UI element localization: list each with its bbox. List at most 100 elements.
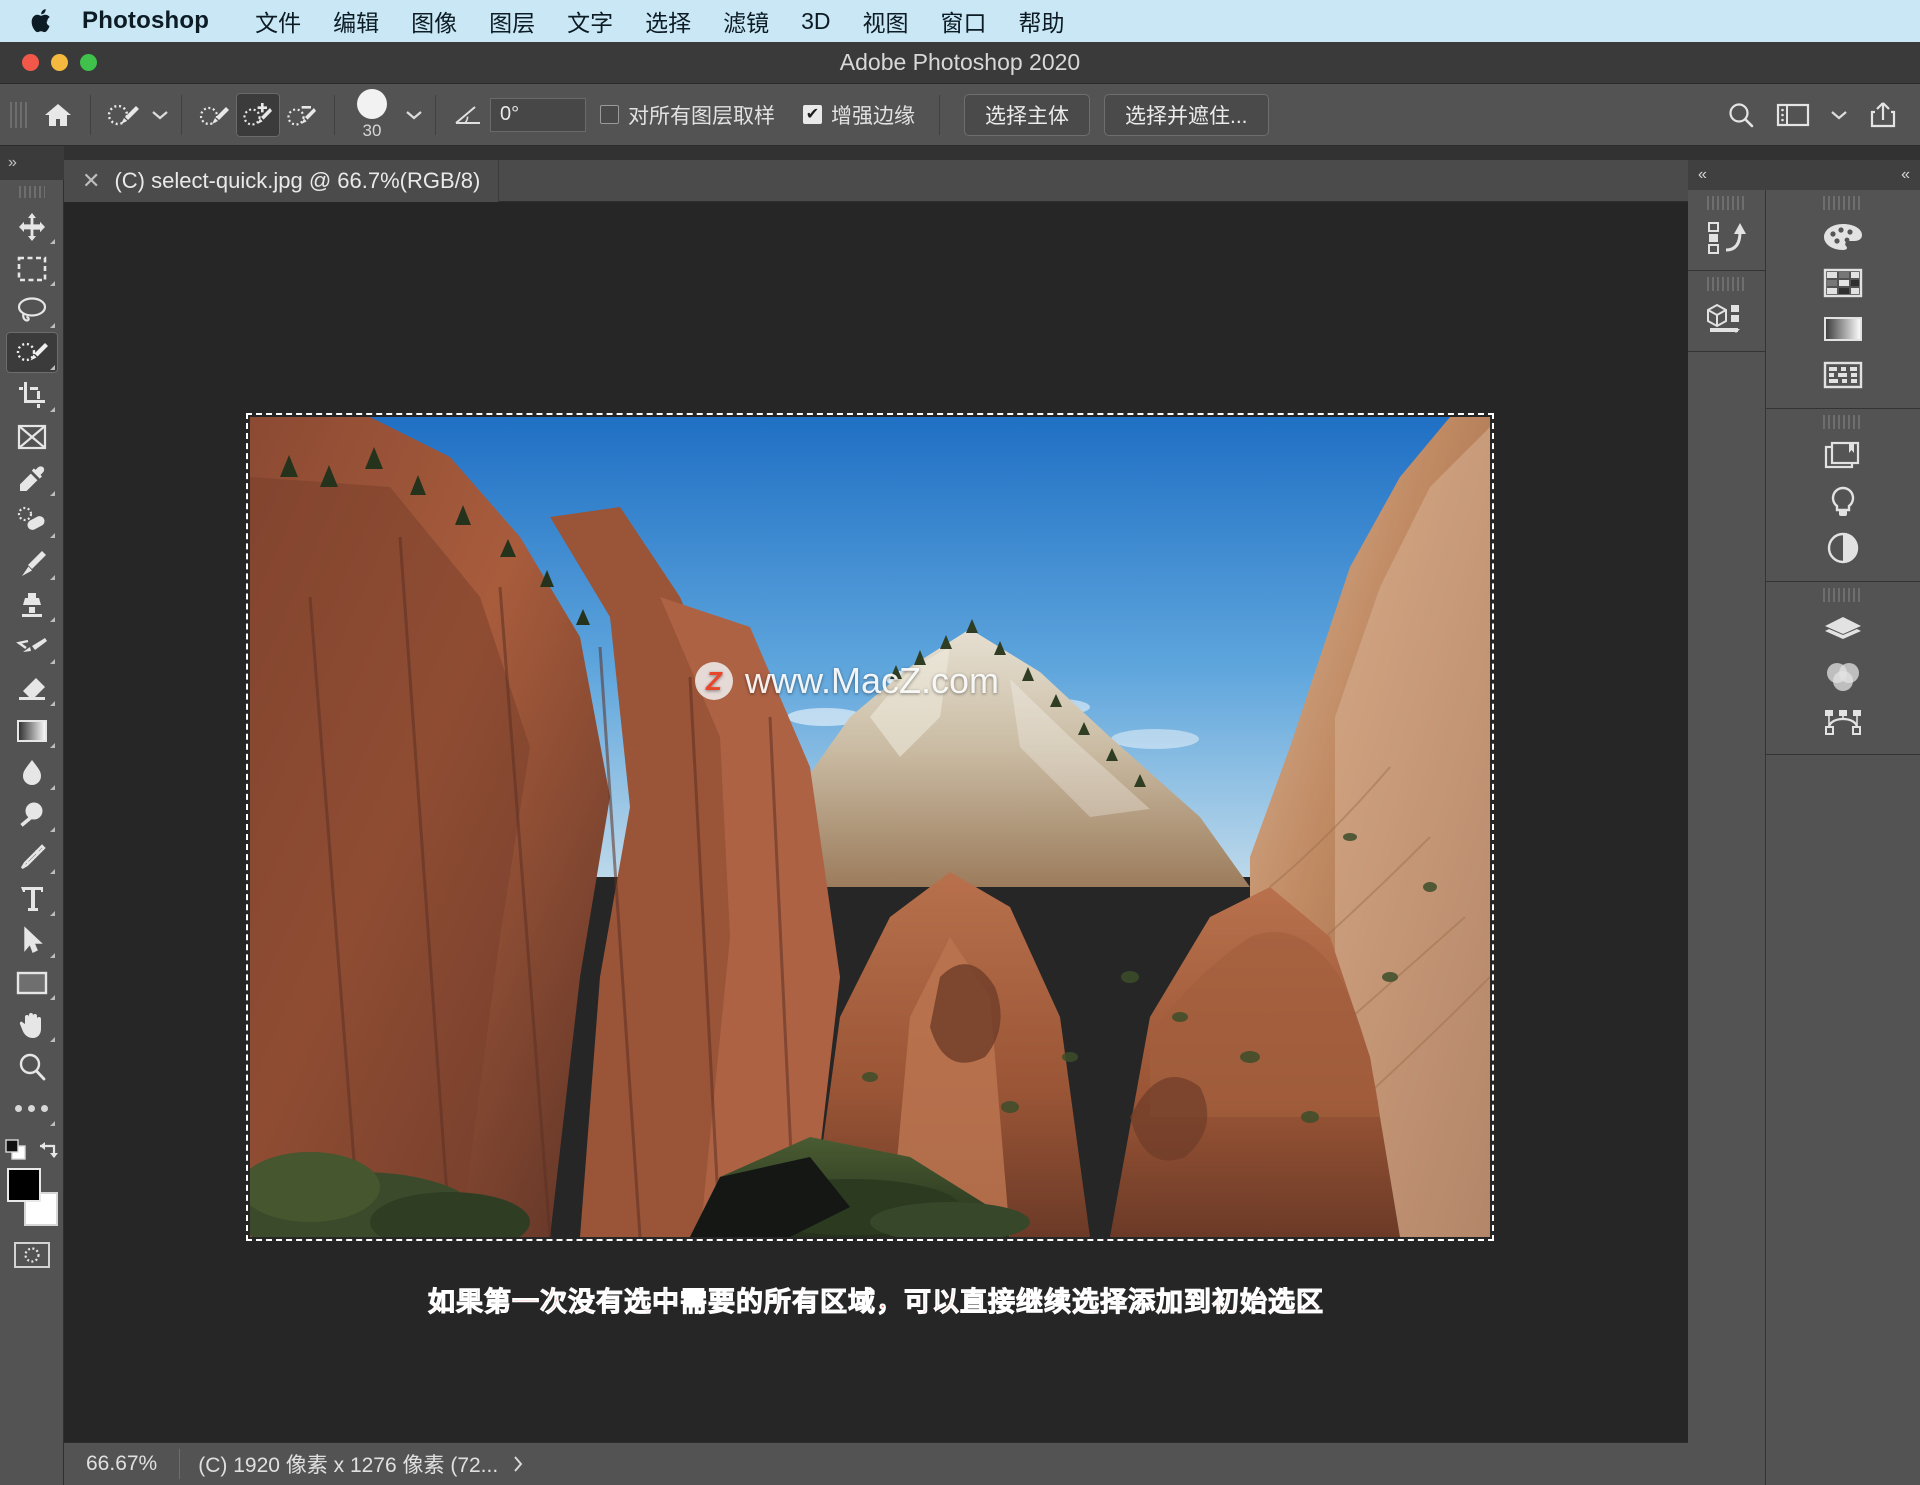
swatches-grid-icon[interactable] xyxy=(1766,260,1920,306)
menu-layer[interactable]: 图层 xyxy=(473,4,551,38)
image-document[interactable]: Z www.MacZ.com xyxy=(246,413,1494,1241)
menu-select[interactable]: 选择 xyxy=(629,4,707,38)
lasso-tool[interactable] xyxy=(6,290,58,331)
eraser-tool[interactable] xyxy=(6,668,58,709)
panel-grip[interactable] xyxy=(1823,196,1863,210)
rectangle-tool[interactable] xyxy=(6,962,58,1003)
document-tab-bar: ✕ (C) select-quick.jpg @ 66.7%(RGB/8) xyxy=(64,159,1688,202)
watermark: Z www.MacZ.com xyxy=(695,660,999,702)
sample-all-layers-option[interactable]: 对所有图层取样 xyxy=(600,100,775,130)
chevron-right-icon[interactable] xyxy=(512,1455,524,1473)
panel-grip[interactable] xyxy=(1823,415,1863,429)
sample-all-layers-label: 对所有图层取样 xyxy=(628,104,775,128)
selection-mode-new-button[interactable] xyxy=(192,93,236,137)
menu-type[interactable]: 文字 xyxy=(551,4,629,38)
options-bar-grip[interactable] xyxy=(10,96,28,133)
angle-icon xyxy=(446,93,490,137)
brush-tool[interactable] xyxy=(6,542,58,583)
panel-grip[interactable] xyxy=(1823,588,1863,602)
toolbar-collapse-button[interactable]: » xyxy=(0,146,64,180)
canvas-area[interactable]: Z www.MacZ.com 如果第一次没有选中需要的所有区域，可以直接继续选择… xyxy=(64,202,1688,1442)
color-swatches xyxy=(4,1168,60,1226)
selection-mode-subtract-button[interactable] xyxy=(280,93,324,137)
default-colors-icon[interactable] xyxy=(4,1138,30,1162)
apple-logo-icon[interactable] xyxy=(30,6,56,36)
quick-selection-tool[interactable] xyxy=(5,332,58,373)
collapse-right-icon[interactable]: « xyxy=(1901,166,1910,184)
divider xyxy=(939,94,940,135)
tool-preset-picker[interactable] xyxy=(101,93,145,137)
sample-all-layers-checkbox[interactable] xyxy=(600,105,619,124)
3d-cube-icon[interactable] xyxy=(1688,295,1765,341)
clone-stamp-tool[interactable] xyxy=(6,584,58,625)
foreground-color-swatch[interactable] xyxy=(6,1168,41,1202)
quick-mask-icon[interactable] xyxy=(13,1242,50,1268)
workspace-switcher-icon[interactable] xyxy=(1776,102,1810,128)
edit-toolbar-button[interactable] xyxy=(6,1088,58,1129)
swap-colors-icon[interactable] xyxy=(36,1139,60,1161)
move-tool[interactable] xyxy=(6,206,58,247)
gradient-swatch-icon[interactable] xyxy=(1766,306,1920,352)
collapse-left-icon[interactable]: « xyxy=(1698,166,1707,184)
color-palette-icon[interactable] xyxy=(1766,214,1920,260)
lightbulb-icon[interactable] xyxy=(1766,479,1920,525)
rectangular-marquee-tool[interactable] xyxy=(6,248,58,289)
search-icon[interactable] xyxy=(1726,100,1756,130)
menu-view[interactable]: 视图 xyxy=(847,4,925,38)
menu-window[interactable]: 窗口 xyxy=(925,4,1003,38)
brush-size-value: 30 xyxy=(362,120,382,140)
select-subject-button[interactable]: 选择主体 xyxy=(964,93,1090,136)
history-brush-tool[interactable] xyxy=(6,626,58,667)
pen-tool[interactable] xyxy=(6,836,58,877)
enhance-edge-checkbox[interactable] xyxy=(803,105,822,124)
type-tool[interactable] xyxy=(6,878,58,919)
menu-help[interactable]: 帮助 xyxy=(1003,4,1081,38)
libraries-icon[interactable] xyxy=(1766,433,1920,479)
patterns-icon[interactable] xyxy=(1766,352,1920,398)
close-icon[interactable]: ✕ xyxy=(82,168,100,194)
hand-tool[interactable] xyxy=(6,1004,58,1045)
photo-artwork xyxy=(250,417,1490,1237)
menu-filter[interactable]: 滤镜 xyxy=(707,4,785,38)
tool-preset-chevron-down-icon[interactable] xyxy=(149,104,171,126)
home-icon[interactable] xyxy=(36,93,80,137)
gradient-tool[interactable] xyxy=(6,710,58,751)
libraries-panel-group xyxy=(1766,415,1920,582)
path-selection-tool[interactable] xyxy=(6,920,58,961)
menu-file[interactable]: 文件 xyxy=(239,4,317,38)
enhance-edge-option[interactable]: 增强边缘 xyxy=(803,100,915,130)
document-tab-title: (C) select-quick.jpg @ 66.7%(RGB/8) xyxy=(114,167,481,193)
layers-icon[interactable] xyxy=(1766,606,1920,652)
right-panel-rail: « « xyxy=(1688,160,1920,1485)
zoom-level[interactable]: 66.67% xyxy=(64,1452,179,1476)
angle-input[interactable]: 0° xyxy=(490,97,586,132)
brush-picker-chevron-down-icon[interactable] xyxy=(403,104,425,126)
document-tab[interactable]: ✕ (C) select-quick.jpg @ 66.7%(RGB/8) xyxy=(64,159,500,202)
channels-venn-icon[interactable] xyxy=(1766,652,1920,698)
menu-3d[interactable]: 3D xyxy=(785,8,846,35)
selection-mode-add-button[interactable] xyxy=(236,92,280,137)
zoom-tool[interactable] xyxy=(6,1046,58,1087)
document-info[interactable]: (C) 1920 像素 x 1276 像素 (72... xyxy=(180,1449,542,1479)
half-circle-icon[interactable] xyxy=(1766,525,1920,571)
brush-size-preview[interactable]: 30 xyxy=(345,88,399,141)
blur-tool[interactable] xyxy=(6,752,58,793)
dodge-tool[interactable] xyxy=(6,794,58,835)
tool-flyout-indicator xyxy=(49,407,55,412)
annotation-caption: 如果第一次没有选中需要的所有区域，可以直接继续选择添加到初始选区 xyxy=(428,1287,1324,1318)
panel-grip[interactable] xyxy=(1706,277,1747,291)
paths-bezier-icon[interactable] xyxy=(1766,698,1920,744)
panel-grip[interactable] xyxy=(1706,196,1747,210)
tools-panel-grip[interactable] xyxy=(18,186,45,198)
crop-tool[interactable] xyxy=(6,374,58,415)
spot-healing-brush-tool[interactable] xyxy=(6,500,58,541)
workspace-chevron-down-icon[interactable] xyxy=(1830,109,1848,121)
menu-edit[interactable]: 编辑 xyxy=(317,4,395,38)
eyedropper-tool[interactable] xyxy=(6,458,58,499)
divider xyxy=(435,94,436,135)
frame-tool[interactable] xyxy=(6,416,58,457)
menu-image[interactable]: 图像 xyxy=(395,4,473,38)
share-icon[interactable] xyxy=(1868,100,1898,130)
history-icon[interactable] xyxy=(1688,214,1765,260)
select-and-mask-button[interactable]: 选择并遮住... xyxy=(1104,93,1269,136)
